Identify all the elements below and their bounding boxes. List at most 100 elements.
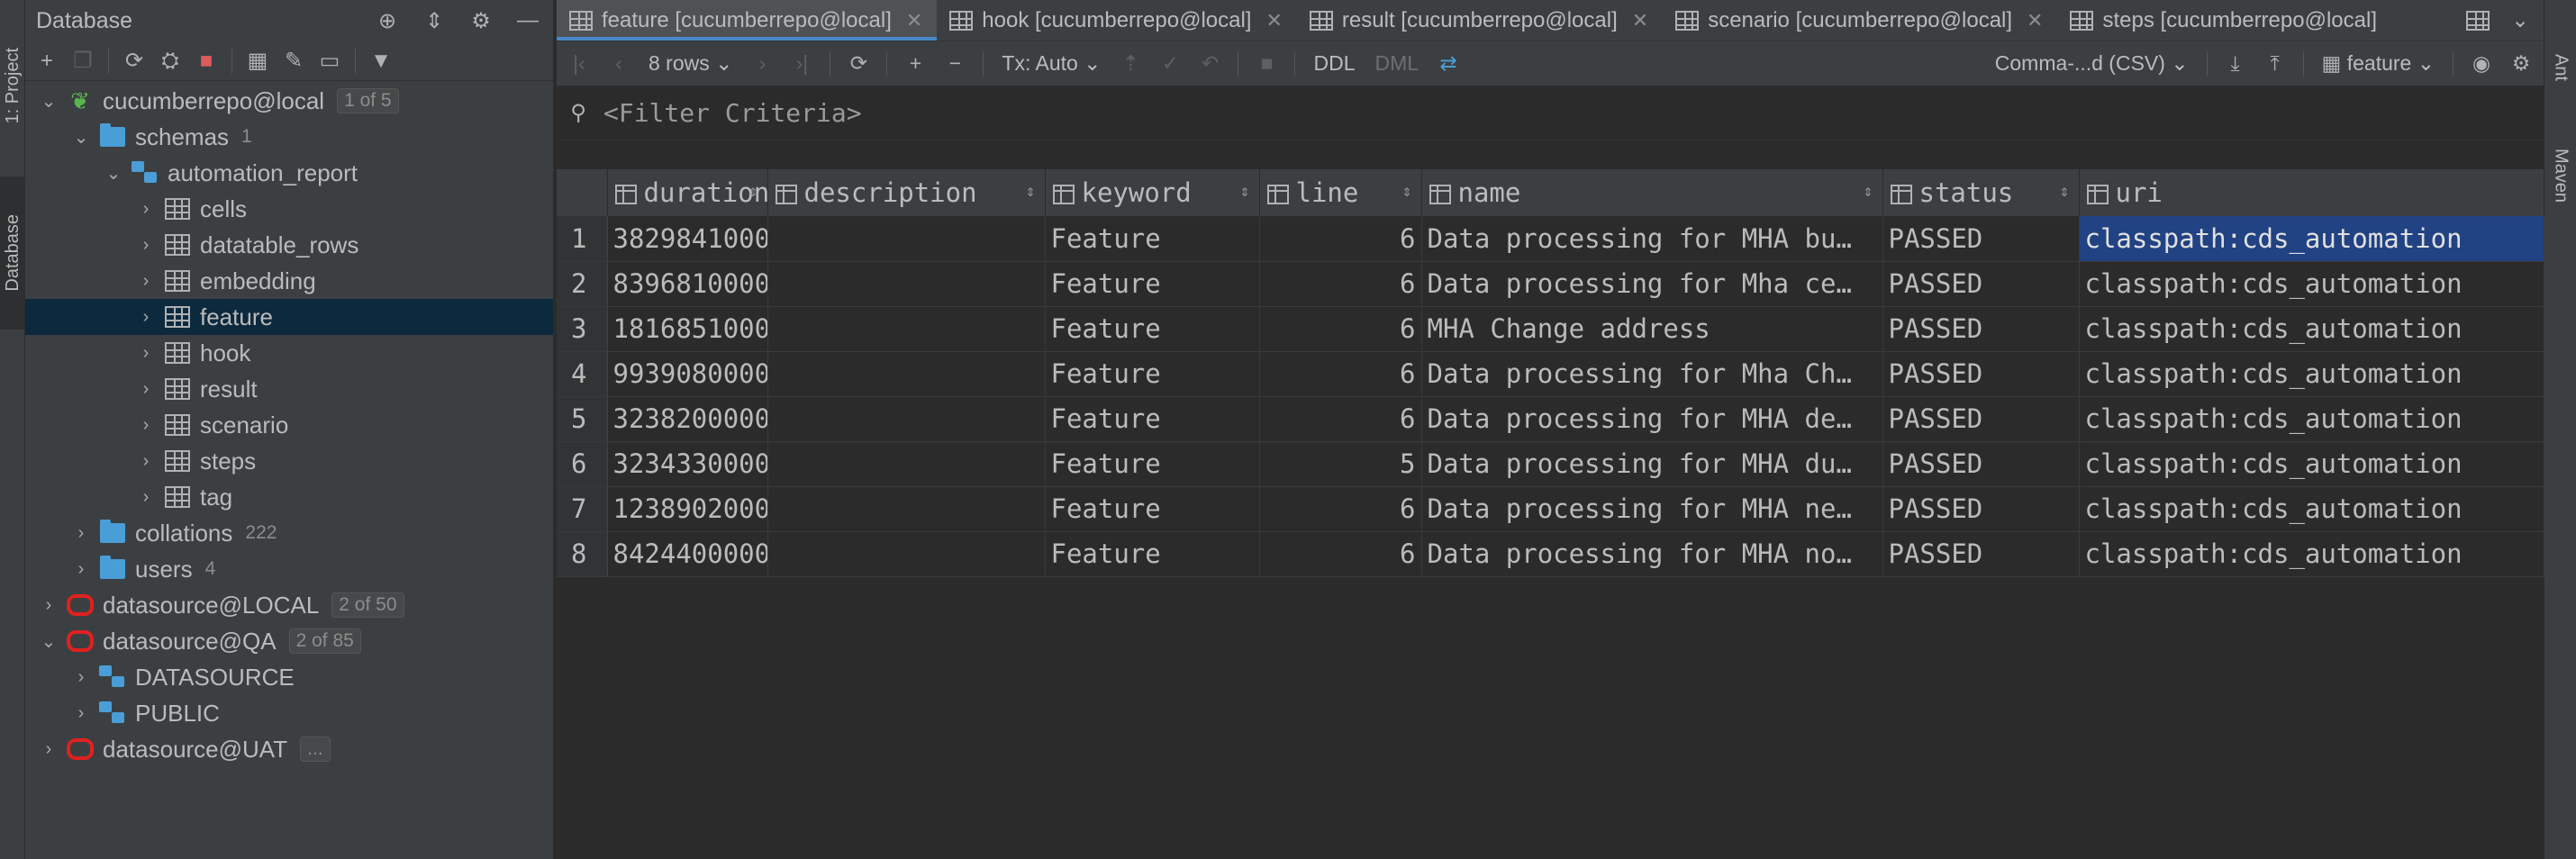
cell-duration[interactable]: 323433000000 xyxy=(607,441,768,487)
chevron-right-icon[interactable]: › xyxy=(70,667,92,688)
table-row[interactable]: 7 1238902000000 Feature 6 Data processin… xyxy=(557,486,2544,532)
tree-node-hook[interactable]: › hook xyxy=(25,335,553,371)
tab-scenario[interactable]: scenario [cucumberrepo@local] ✕ xyxy=(1663,0,2057,41)
rows-count-dropdown[interactable]: 8 rows ⌄ xyxy=(643,49,738,79)
chevron-right-icon[interactable]: › xyxy=(70,559,92,580)
close-icon[interactable]: ✕ xyxy=(1632,9,1648,32)
column-header-description[interactable]: description ⇕ xyxy=(767,169,1046,216)
first-page-icon[interactable]: |‹ xyxy=(564,49,594,79)
tree-node-datasource-qa[interactable]: ⌄ datasource@QA 2 of 85 xyxy=(25,623,553,659)
chevron-right-icon[interactable]: › xyxy=(135,307,157,328)
cell-description[interactable] xyxy=(767,216,1046,262)
submit-check-icon[interactable]: ✓ xyxy=(1155,49,1185,79)
view-eye-icon[interactable]: ◉ xyxy=(2466,49,2497,79)
cell-status[interactable]: PASSED xyxy=(1882,306,2080,352)
chevron-right-icon[interactable]: › xyxy=(38,739,59,760)
cell-name[interactable]: Data processing for MHA bu… xyxy=(1421,216,1883,262)
table-row[interactable]: 4 993908000000 Feature 6 Data processing… xyxy=(557,351,2544,397)
filter-criteria-input[interactable]: <Filter Criteria> xyxy=(603,98,862,128)
cell-description[interactable] xyxy=(767,261,1046,307)
last-page-icon[interactable]: ›| xyxy=(786,49,817,79)
cell-uri[interactable]: classpath:cds_automation xyxy=(2079,396,2544,442)
sort-icon[interactable]: ⇕ xyxy=(2060,182,2070,201)
chevron-right-icon[interactable]: › xyxy=(135,343,157,364)
cell-uri[interactable]: classpath:cds_automation xyxy=(2079,486,2544,532)
cell-duration[interactable]: 1238902000000 xyxy=(607,486,768,532)
more-tabs-icon[interactable] xyxy=(2466,10,2490,31)
cell-line[interactable]: 6 xyxy=(1259,306,1422,352)
tab-steps[interactable]: steps [cucumberrepo@local] xyxy=(2057,0,2391,41)
row-number[interactable]: 1 xyxy=(557,216,608,262)
sort-icon[interactable]: ⇕ xyxy=(1240,182,1250,201)
tree-node-embedding[interactable]: › embedding xyxy=(25,263,553,299)
chevron-down-icon[interactable]: ⌄ xyxy=(103,162,124,185)
chevron-down-icon[interactable]: ⌄ xyxy=(38,90,59,113)
tab-hook[interactable]: hook [cucumberrepo@local] ✕ xyxy=(937,0,1297,41)
cell-name[interactable]: Data processing for MHA de… xyxy=(1421,396,1883,442)
tree-node-tag[interactable]: › tag xyxy=(25,479,553,515)
chevron-right-icon[interactable]: › xyxy=(70,703,92,724)
cell-name[interactable]: Data processing for MHA du… xyxy=(1421,441,1883,487)
cell-status[interactable]: PASSED xyxy=(1882,351,2080,397)
tree-node-automation-report[interactable]: ⌄ automation_report xyxy=(25,155,553,191)
chevron-right-icon[interactable]: › xyxy=(135,235,157,256)
column-header-keyword[interactable]: keyword ⇕ xyxy=(1045,169,1260,216)
tree-node-steps[interactable]: › steps xyxy=(25,443,553,479)
cell-description[interactable] xyxy=(767,396,1046,442)
cell-description[interactable] xyxy=(767,306,1046,352)
chevron-right-icon[interactable]: › xyxy=(38,595,59,616)
filter-bar[interactable]: ⚲ <Filter Criteria> xyxy=(557,86,2544,140)
chevron-right-icon[interactable]: › xyxy=(135,379,157,400)
tree-node-datasource-uat[interactable]: › datasource@UAT ... xyxy=(25,731,553,767)
export-format-dropdown[interactable]: Comma-...d (CSV) ⌄ xyxy=(1990,49,2194,79)
column-header-status[interactable]: status ⇕ xyxy=(1882,169,2080,216)
cancel-running-icon[interactable]: ■ xyxy=(1251,49,1282,79)
filter-icon[interactable]: ▼ xyxy=(367,47,395,76)
add-row-icon[interactable]: + xyxy=(900,49,930,79)
tree-node-result[interactable]: › result xyxy=(25,371,553,407)
collapse-all-icon[interactable]: ⇕ xyxy=(420,6,449,35)
schema-settings-icon[interactable]: ⛭ xyxy=(156,47,185,76)
cell-line[interactable]: 6 xyxy=(1259,351,1422,397)
cell-duration[interactable]: 323820000000 xyxy=(607,396,768,442)
cell-status[interactable]: PASSED xyxy=(1882,441,2080,487)
cell-duration[interactable]: 839681000000 xyxy=(607,261,768,307)
table-row[interactable]: 6 323433000000 Feature 5 Data processing… xyxy=(557,441,2544,487)
gear-icon[interactable]: ⚙ xyxy=(2506,49,2536,79)
stop-icon[interactable]: ■ xyxy=(192,47,221,76)
database-tool-tab[interactable]: Database xyxy=(0,176,25,330)
tree-node-cells[interactable]: › cells xyxy=(25,191,553,227)
cell-keyword[interactable]: Feature xyxy=(1045,531,1260,577)
sort-icon[interactable]: ⇕ xyxy=(1864,182,1873,201)
cell-keyword[interactable]: Feature xyxy=(1045,351,1260,397)
chevron-right-icon[interactable]: › xyxy=(70,523,92,544)
db-commit-icon[interactable]: ⇡ xyxy=(1115,49,1146,79)
next-page-icon[interactable]: › xyxy=(747,49,777,79)
tab-result[interactable]: result [cucumberrepo@local] ✕ xyxy=(1297,0,1663,41)
chevron-right-icon[interactable]: › xyxy=(135,199,157,220)
ant-tool-tab[interactable]: Ant xyxy=(2544,27,2576,108)
row-number[interactable]: 5 xyxy=(557,396,608,442)
table-row[interactable]: 3 1816851000000 Feature 6 MHA Change add… xyxy=(557,306,2544,352)
row-number[interactable]: 3 xyxy=(557,306,608,352)
ddl-button[interactable]: DDL xyxy=(1308,49,1360,79)
cell-name[interactable]: Data processing for MHA ne… xyxy=(1421,486,1883,532)
tree-node-datasource-local[interactable]: › datasource@LOCAL 2 of 50 xyxy=(25,587,553,623)
cell-description[interactable] xyxy=(767,531,1046,577)
chevron-down-icon[interactable]: ⌄ xyxy=(38,630,59,653)
column-header-line[interactable]: line ⇕ xyxy=(1259,169,1422,216)
cell-uri[interactable]: classpath:cds_automation xyxy=(2079,306,2544,352)
row-number[interactable]: 7 xyxy=(557,486,608,532)
close-icon[interactable]: ✕ xyxy=(1265,9,1282,32)
refresh-icon[interactable]: ⟳ xyxy=(120,47,149,76)
previous-page-icon[interactable]: ‹ xyxy=(603,49,634,79)
column-header-duration[interactable]: duration ⇕ xyxy=(607,169,768,216)
table-row[interactable]: 5 323820000000 Feature 6 Data processing… xyxy=(557,396,2544,442)
close-icon[interactable]: ✕ xyxy=(2027,9,2043,32)
row-number[interactable]: 2 xyxy=(557,261,608,307)
cell-keyword[interactable]: Feature xyxy=(1045,261,1260,307)
add-icon[interactable]: + xyxy=(32,47,61,76)
cell-keyword[interactable]: Feature xyxy=(1045,441,1260,487)
sort-icon[interactable]: ⇕ xyxy=(748,182,758,201)
compare-icon[interactable]: ⇄ xyxy=(1433,49,1464,79)
